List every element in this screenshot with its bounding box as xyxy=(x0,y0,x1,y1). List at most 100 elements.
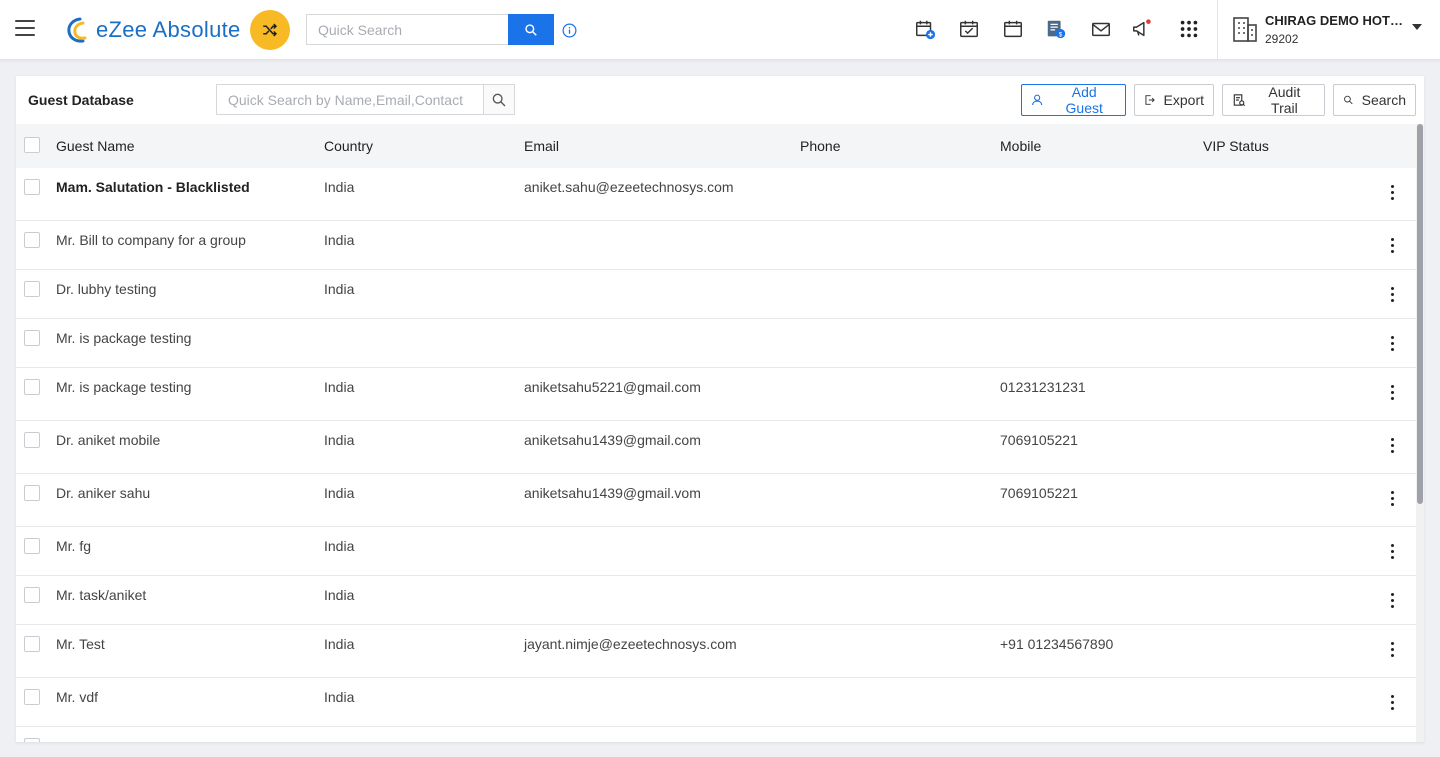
export-button[interactable]: Export xyxy=(1134,84,1214,116)
search-icon xyxy=(1344,95,1353,105)
row-checkbox[interactable] xyxy=(24,281,40,297)
table-row[interactable] xyxy=(16,727,1416,742)
table-row[interactable]: Dr. lubhy testing India xyxy=(16,270,1416,319)
select-all-checkbox[interactable] xyxy=(24,137,40,153)
row-checkbox[interactable] xyxy=(24,330,40,346)
add-guest-button[interactable]: Add Guest xyxy=(1021,84,1126,116)
info-icon[interactable] xyxy=(562,23,577,38)
guest-name[interactable]: Mam. Salutation - Blacklisted xyxy=(56,179,250,195)
switch-property-button[interactable] xyxy=(250,10,290,50)
billing-icon: $ xyxy=(1047,20,1066,38)
export-label: Export xyxy=(1163,92,1204,108)
guest-name[interactable]: Mr. fg xyxy=(56,538,91,554)
guest-country: India xyxy=(324,689,355,705)
column-header-guest-name[interactable]: Guest Name xyxy=(56,138,135,154)
table-row[interactable]: Mr. Bill to company for a group India xyxy=(16,221,1416,270)
row-actions-icon[interactable] xyxy=(1382,435,1402,455)
announcements-icon[interactable] xyxy=(1131,18,1153,40)
row-actions-icon[interactable] xyxy=(1382,541,1402,561)
calendar-icon xyxy=(1004,20,1022,38)
new-reservation-icon[interactable] xyxy=(914,18,936,40)
app-logo[interactable]: eZee Absolute xyxy=(64,14,241,46)
column-header-vip-status[interactable]: VIP Status xyxy=(1203,138,1269,154)
hotel-building-icon xyxy=(1233,17,1257,42)
guest-email: aniketsahu5221@gmail.com xyxy=(524,379,701,395)
row-actions-icon[interactable] xyxy=(1382,590,1402,610)
row-actions-icon[interactable] xyxy=(1382,284,1402,304)
column-header-phone[interactable]: Phone xyxy=(800,138,840,154)
guest-name[interactable]: Mr. task/aniket xyxy=(56,587,146,603)
quick-search-button[interactable] xyxy=(508,14,554,45)
row-checkbox[interactable] xyxy=(24,432,40,448)
hotel-selector[interactable]: CHIRAG DEMO HOTEL 29202 xyxy=(1232,12,1428,48)
guest-name[interactable]: Mr. is package testing xyxy=(56,330,191,346)
table-scrollbar[interactable] xyxy=(1416,124,1424,742)
audit-trail-button[interactable]: Audit Trail xyxy=(1222,84,1325,116)
guest-search-button[interactable] xyxy=(483,84,515,115)
row-checkbox[interactable] xyxy=(24,379,40,395)
row-checkbox[interactable] xyxy=(24,232,40,248)
table-row[interactable]: Dr. aniker sahu India aniketsahu1439@gma… xyxy=(16,474,1416,527)
table-row[interactable]: Mr. is package testing India aniketsahu5… xyxy=(16,368,1416,421)
guest-country: India xyxy=(324,636,355,652)
check-in-icon[interactable] xyxy=(958,18,980,40)
table-row[interactable]: Mr. task/aniket India xyxy=(16,576,1416,625)
calendar-view-icon[interactable] xyxy=(1002,18,1024,40)
table-row[interactable]: Mr. Test India jayant.nimje@ezeetechnosy… xyxy=(16,625,1416,678)
row-actions-icon[interactable] xyxy=(1382,182,1402,202)
hotel-id: 29202 xyxy=(1265,32,1299,46)
quick-search-input[interactable] xyxy=(306,14,508,45)
app-name: eZee Absolute xyxy=(96,17,241,42)
table-row[interactable]: Mr. vdf India xyxy=(16,678,1416,727)
row-actions-icon[interactable] xyxy=(1382,235,1402,255)
top-navbar: eZee Absolute Quick Search $ CHIRAG DEMO… xyxy=(0,0,1440,60)
guest-database-card: Guest Database Add Guest Export Audit Tr… xyxy=(16,76,1424,742)
row-checkbox[interactable] xyxy=(24,538,40,554)
guest-email: aniketsahu1439@gmail.vom xyxy=(524,485,701,501)
guest-name[interactable]: Mr. vdf xyxy=(56,689,98,705)
search-label: Search xyxy=(1361,92,1406,108)
table-header: Guest Name Country Email Phone Mobile VI… xyxy=(16,124,1416,168)
guest-mobile: 01231231231 xyxy=(1000,379,1086,395)
messages-icon[interactable] xyxy=(1090,18,1112,40)
row-actions-icon[interactable] xyxy=(1382,382,1402,402)
row-checkbox[interactable] xyxy=(24,689,40,705)
shuffle-icon xyxy=(263,23,278,37)
billing-icon[interactable]: $ xyxy=(1045,18,1067,40)
guest-name[interactable]: Dr. lubhy testing xyxy=(56,281,156,297)
guest-search-input[interactable] xyxy=(216,84,484,115)
audit-trail-label: Audit Trail xyxy=(1268,84,1301,116)
menu-icon[interactable] xyxy=(15,20,35,38)
row-checkbox[interactable] xyxy=(24,738,40,742)
guest-name[interactable]: Mr. Bill to company for a group xyxy=(56,232,246,248)
guest-name[interactable]: Dr. aniker sahu xyxy=(56,485,150,501)
row-checkbox[interactable] xyxy=(24,587,40,603)
export-icon xyxy=(1145,95,1155,105)
column-header-email[interactable]: Email xyxy=(524,138,559,154)
column-header-country[interactable]: Country xyxy=(324,138,373,154)
scrollbar-thumb[interactable] xyxy=(1417,124,1423,504)
table-row[interactable]: Mam. Salutation - Blacklisted India anik… xyxy=(16,168,1416,221)
search-button[interactable]: Search xyxy=(1333,84,1416,116)
guest-name[interactable]: Mr. is package testing xyxy=(56,379,191,395)
guest-name[interactable]: Dr. aniket mobile xyxy=(56,432,160,448)
guest-country: India xyxy=(324,432,355,448)
logo-mark-icon xyxy=(67,17,87,43)
row-checkbox[interactable] xyxy=(24,179,40,195)
row-actions-icon[interactable] xyxy=(1382,692,1402,712)
row-checkbox[interactable] xyxy=(24,485,40,501)
table-row[interactable]: Dr. aniket mobile India aniketsahu1439@g… xyxy=(16,421,1416,474)
row-actions-icon[interactable] xyxy=(1382,333,1402,353)
guest-country: India xyxy=(324,538,355,554)
guest-name[interactable]: Mr. Test xyxy=(56,636,105,652)
calendar-check-icon xyxy=(960,20,978,38)
row-checkbox[interactable] xyxy=(24,636,40,652)
table-row[interactable]: Mr. is package testing xyxy=(16,319,1416,368)
row-actions-icon[interactable] xyxy=(1382,488,1402,508)
column-header-mobile[interactable]: Mobile xyxy=(1000,138,1041,154)
announcement-icon xyxy=(1133,19,1151,37)
table-row[interactable]: Mr. fg India xyxy=(16,527,1416,576)
guest-table-body: Mam. Salutation - Blacklisted India anik… xyxy=(16,168,1416,742)
apps-menu-icon[interactable] xyxy=(1178,18,1200,40)
row-actions-icon[interactable] xyxy=(1382,639,1402,659)
